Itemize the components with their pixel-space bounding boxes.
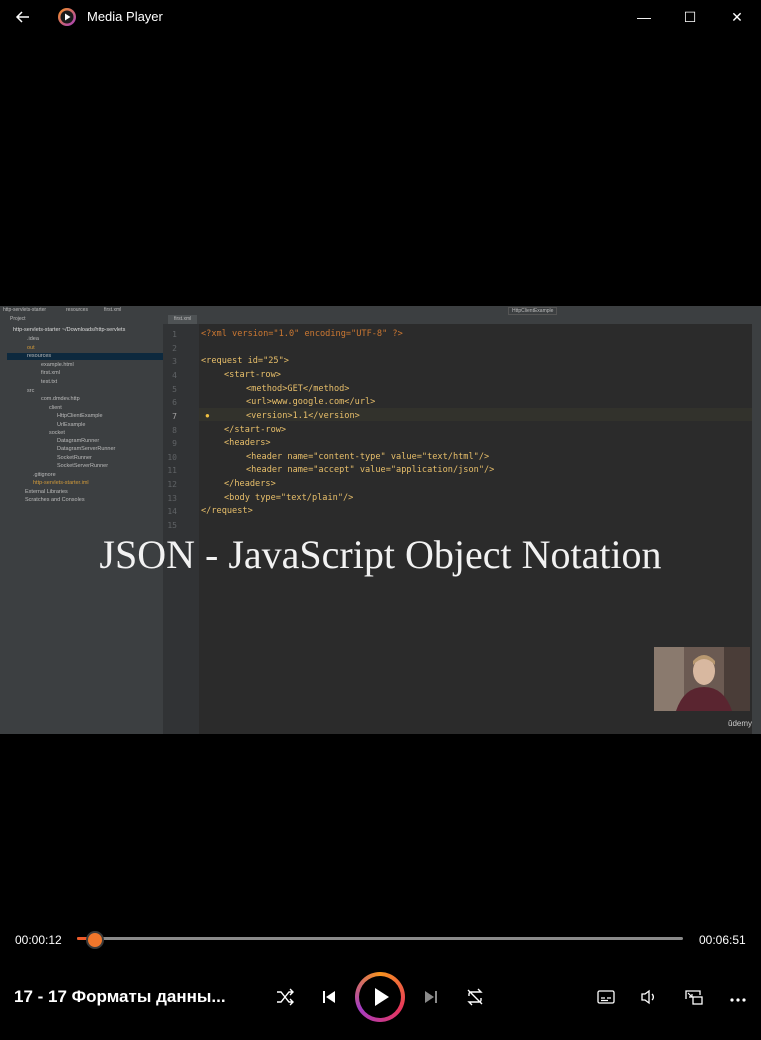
current-time: 00:00:12 — [15, 933, 62, 947]
line-number: 10 — [167, 453, 177, 462]
total-time: 00:06:51 — [699, 933, 746, 947]
line-number: 2 — [172, 344, 177, 353]
play-icon — [375, 988, 389, 1006]
maximize-button[interactable]: ☐ — [678, 6, 702, 28]
line-number: 1 — [172, 330, 177, 339]
subtitles-icon — [597, 990, 615, 1004]
title-bar: Media Player — ☐ ✕ — [0, 0, 761, 34]
line-number: 5 — [172, 385, 177, 394]
seek-bar[interactable] — [77, 937, 683, 940]
repeat-button[interactable] — [461, 983, 489, 1011]
volume-icon — [641, 989, 654, 1005]
line-number: 14 — [167, 507, 177, 516]
line-number: 4 — [172, 371, 177, 380]
previous-button[interactable] — [315, 983, 343, 1011]
code-line: <url>www.google.com</url> — [246, 397, 376, 407]
shuffle-button[interactable] — [271, 983, 299, 1011]
line-number: 7 — [172, 412, 177, 421]
code-line: </headers> — [224, 479, 276, 489]
miniplayer-button[interactable] — [680, 983, 708, 1011]
ide-navigation-bar: http-servlets-starter resources first.xm… — [0, 306, 761, 315]
next-icon — [425, 991, 437, 1003]
line-number: 9 — [172, 439, 177, 448]
close-button[interactable]: ✕ — [725, 6, 749, 28]
back-button[interactable] — [12, 7, 34, 27]
webcam-inset — [654, 647, 750, 711]
line-number: 11 — [167, 466, 177, 475]
previous-icon — [323, 991, 335, 1003]
code-line: <header name="content-type" value="text/… — [246, 452, 490, 462]
minimize-button[interactable]: — — [632, 6, 656, 28]
line-number: 3 — [172, 357, 177, 366]
code-line: <header name="accept" value="application… — [246, 465, 495, 475]
repeat-icon — [467, 988, 483, 1006]
code-line: <body type="text/plain"/> — [224, 493, 354, 503]
code-line: <method>GET</method> — [246, 384, 350, 394]
video-frame[interactable]: http-servlets-starter resources first.xm… — [0, 306, 761, 734]
udemy-watermark: ûdemy — [728, 719, 753, 728]
presenter-image — [654, 647, 750, 711]
breadcrumb-file: first.xml — [104, 307, 122, 313]
ide-right-toolstrip — [752, 324, 761, 734]
media-title: 17 - 17 Форматы данны... — [14, 987, 226, 1006]
editor-tab: first.xml — [168, 315, 198, 324]
code-line: <start-row> — [224, 370, 281, 380]
line-number: 8 — [172, 426, 177, 435]
more-button[interactable] — [724, 983, 752, 1011]
run-config: HttpClientExample — [508, 307, 558, 315]
line-number: 12 — [167, 480, 177, 489]
code-line: <version>1.1</version> — [246, 411, 360, 421]
arrow-left-icon — [15, 11, 29, 23]
subtitles-button[interactable] — [592, 983, 620, 1011]
media-player-icon — [58, 8, 76, 26]
code-line: <?xml version="1.0" encoding="UTF-8" ?> — [201, 329, 403, 339]
breadcrumb-folder: resources — [66, 307, 88, 313]
seek-thumb[interactable] — [86, 931, 104, 949]
play-button[interactable] — [355, 972, 405, 1022]
play-button-inner — [359, 976, 401, 1018]
code-line: <headers> — [224, 438, 271, 448]
line-number: 6 — [172, 398, 177, 407]
miniplayer-icon — [685, 990, 703, 1005]
breadcrumb-project: http-servlets-starter — [3, 307, 47, 313]
window-title: Media Player — [87, 9, 163, 24]
code-line: </start-row> — [224, 425, 287, 435]
project-label: Project — [10, 316, 26, 322]
overlay-caption: JSON - JavaScript Object Notation — [99, 532, 662, 577]
line-number: 15 — [167, 521, 177, 530]
code-line: <request id="25"> — [201, 356, 289, 366]
next-button[interactable] — [417, 983, 445, 1011]
shuffle-icon — [277, 988, 294, 1006]
code-line: </request> — [201, 506, 253, 516]
volume-button[interactable] — [635, 983, 663, 1011]
more-icon — [730, 998, 746, 1002]
lightbulb-icon: ● — [205, 411, 210, 420]
line-number: 13 — [167, 494, 177, 503]
